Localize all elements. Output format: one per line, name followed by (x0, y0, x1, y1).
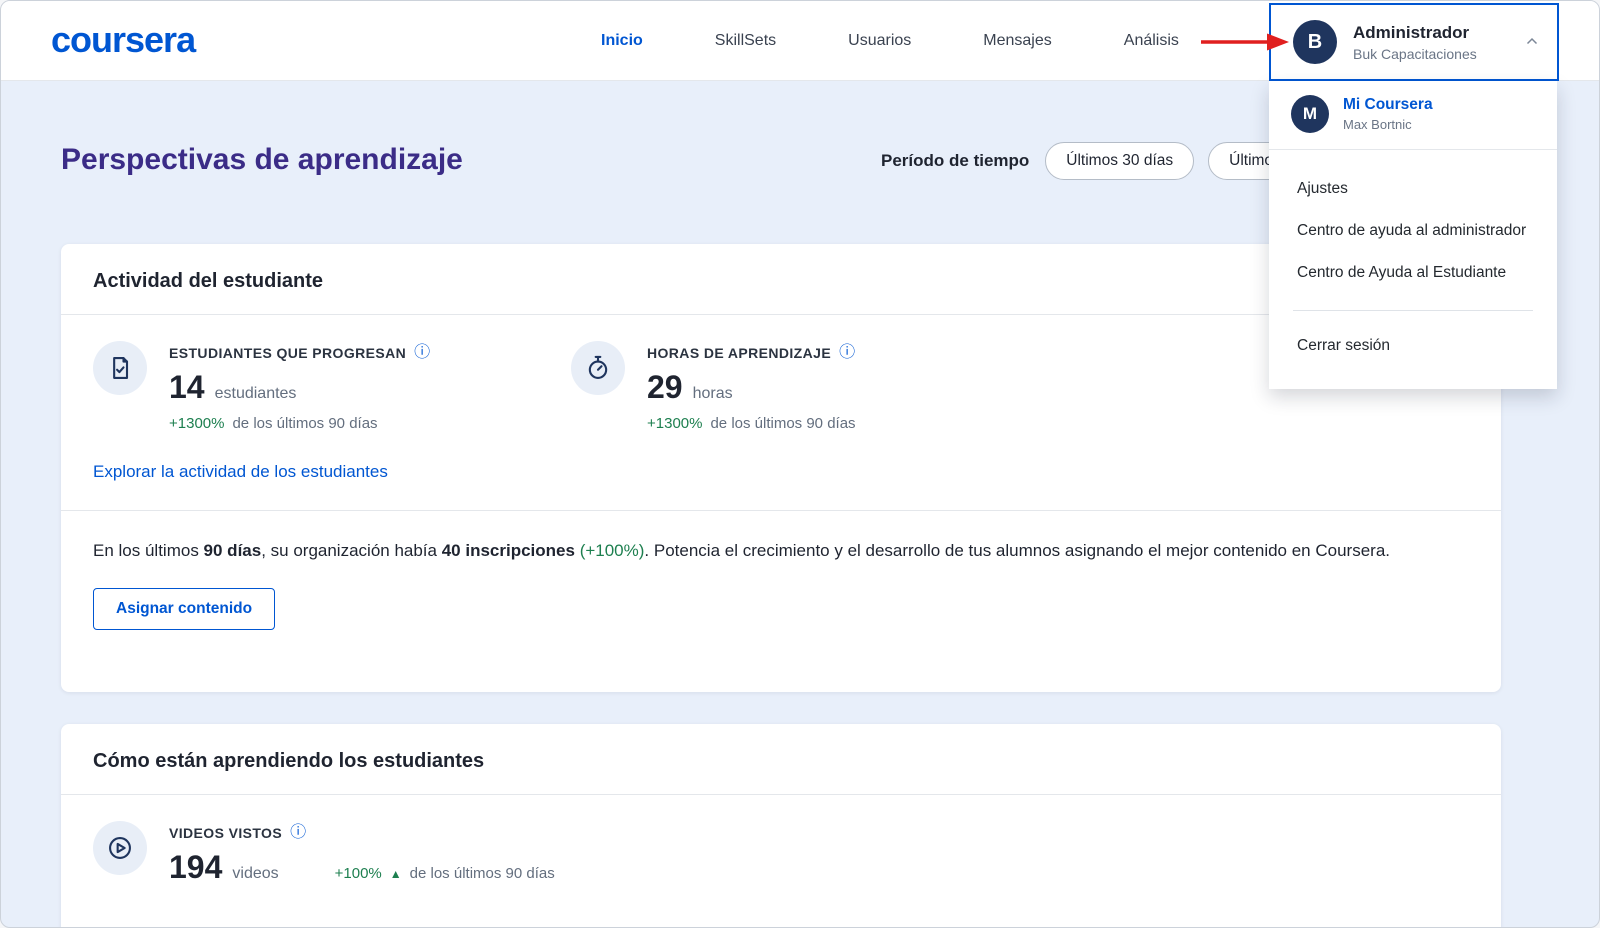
metric-unit: horas (693, 385, 733, 403)
nav-item-inicio[interactable]: Inicio (601, 32, 643, 50)
how-learning-card: Cómo están aprendiendo los estudiantes V… (61, 724, 1501, 928)
info-icon[interactable]: ⓘ (414, 345, 430, 361)
summary-section: En los últimos 90 días, su organización … (61, 511, 1501, 660)
metric-value: 194 (169, 849, 222, 886)
metric-videos-watched: VIDEOS VISTOS ⓘ 194 videos +100% ▲ de lo… (93, 821, 1469, 886)
metric-delta: +100% (335, 865, 382, 882)
chevron-up-icon (1523, 33, 1541, 51)
account-text: Administrador Buk Capacitaciones (1353, 23, 1507, 62)
stopwatch-icon (571, 341, 625, 395)
metric-unit: estudiantes (215, 385, 297, 403)
menu-item-cerrar-sesion[interactable]: Cerrar sesión (1269, 325, 1557, 367)
profile-text: Mi Coursera Max Bortnic (1343, 96, 1433, 132)
menu-item-centro-ayuda-admin[interactable]: Centro de ayuda al administrador (1269, 210, 1557, 252)
profile-avatar: M (1291, 95, 1329, 133)
screen: coursera Inicio SkillSets Usuarios Mensa… (0, 0, 1600, 928)
play-circle-icon (93, 821, 147, 875)
nav-item-skillsets[interactable]: SkillSets (715, 32, 776, 50)
document-check-icon (93, 341, 147, 395)
metric-value: 29 (647, 369, 683, 406)
metric-delta-period: de los últimos 90 días (232, 415, 377, 432)
nav-item-analisis[interactable]: Análisis (1124, 32, 1179, 50)
account-avatar: B (1293, 20, 1337, 64)
profile-name: Mi Coursera (1343, 96, 1433, 114)
menu-item-ajustes[interactable]: Ajustes (1269, 168, 1557, 210)
account-menu-button[interactable]: B Administrador Buk Capacitaciones (1269, 3, 1559, 81)
period-label: Período de tiempo (881, 151, 1029, 171)
account-name: Administrador (1353, 23, 1507, 43)
period-option-30-days[interactable]: Últimos 30 días (1045, 142, 1194, 180)
menu-divider (1293, 310, 1533, 311)
assign-content-button[interactable]: Asignar contenido (93, 588, 275, 630)
metric-label: ESTUDIANTES QUE PROGRESAN (169, 345, 406, 361)
coursera-logo[interactable]: coursera (51, 19, 195, 61)
account-org: Buk Capacitaciones (1353, 46, 1507, 62)
metric-body: HORAS DE APRENDIZAJE ⓘ 29 horas +1300% d… (647, 341, 856, 432)
nav-item-mensajes[interactable]: Mensajes (983, 32, 1051, 50)
nav-item-usuarios[interactable]: Usuarios (848, 32, 911, 50)
metric-delta: +1300% (647, 415, 702, 432)
top-bar: coursera Inicio SkillSets Usuarios Mensa… (1, 1, 1599, 81)
account-dropdown: M Mi Coursera Max Bortnic Ajustes Centro… (1269, 81, 1557, 389)
metric-label: HORAS DE APRENDIZAJE (647, 345, 831, 361)
dropdown-list: Ajustes Centro de ayuda al administrador… (1269, 150, 1557, 294)
profile-subtitle: Max Bortnic (1343, 117, 1433, 132)
menu-item-mi-coursera[interactable]: M Mi Coursera Max Bortnic (1269, 81, 1557, 150)
metric-label: VIDEOS VISTOS (169, 825, 282, 841)
metric-value: 14 (169, 369, 205, 406)
main-nav: Inicio SkillSets Usuarios Mensajes Análi… (601, 1, 1179, 81)
metric-delta: +1300% (169, 415, 224, 432)
page-title: Perspectivas de aprendizaje (61, 143, 463, 177)
info-icon[interactable]: ⓘ (839, 345, 855, 361)
card-title: Cómo están aprendiendo los estudiantes (93, 750, 1469, 773)
metric-delta-group: +100% ▲ de los últimos 90 días (335, 865, 555, 882)
card-header: Cómo están aprendiendo los estudiantes (61, 724, 1501, 795)
learning-section: VIDEOS VISTOS ⓘ 194 videos +100% ▲ de lo… (61, 795, 1501, 912)
triangle-up-icon: ▲ (390, 867, 402, 881)
summary-text: En los últimos 90 días, su organización … (93, 538, 1423, 564)
info-icon[interactable]: ⓘ (290, 825, 306, 841)
metric-delta-period: de los últimos 90 días (410, 865, 555, 882)
metric-learning-hours: HORAS DE APRENDIZAJE ⓘ 29 horas +1300% d… (571, 341, 856, 432)
metric-delta-period: de los últimos 90 días (710, 415, 855, 432)
metric-students-progressing: ESTUDIANTES QUE PROGRESAN ⓘ 14 estudiant… (93, 341, 571, 432)
metric-body: ESTUDIANTES QUE PROGRESAN ⓘ 14 estudiant… (169, 341, 430, 432)
metric-body: VIDEOS VISTOS ⓘ 194 videos +100% ▲ de lo… (169, 821, 555, 886)
menu-item-centro-ayuda-estudiante[interactable]: Centro de Ayuda al Estudiante (1269, 252, 1557, 294)
explore-activity-link[interactable]: Explorar la actividad de los estudiantes (93, 462, 388, 482)
card-title: Actividad del estudiante (93, 270, 1469, 293)
metrics-row: ESTUDIANTES QUE PROGRESAN ⓘ 14 estudiant… (93, 341, 1469, 432)
metric-unit: videos (232, 865, 278, 883)
